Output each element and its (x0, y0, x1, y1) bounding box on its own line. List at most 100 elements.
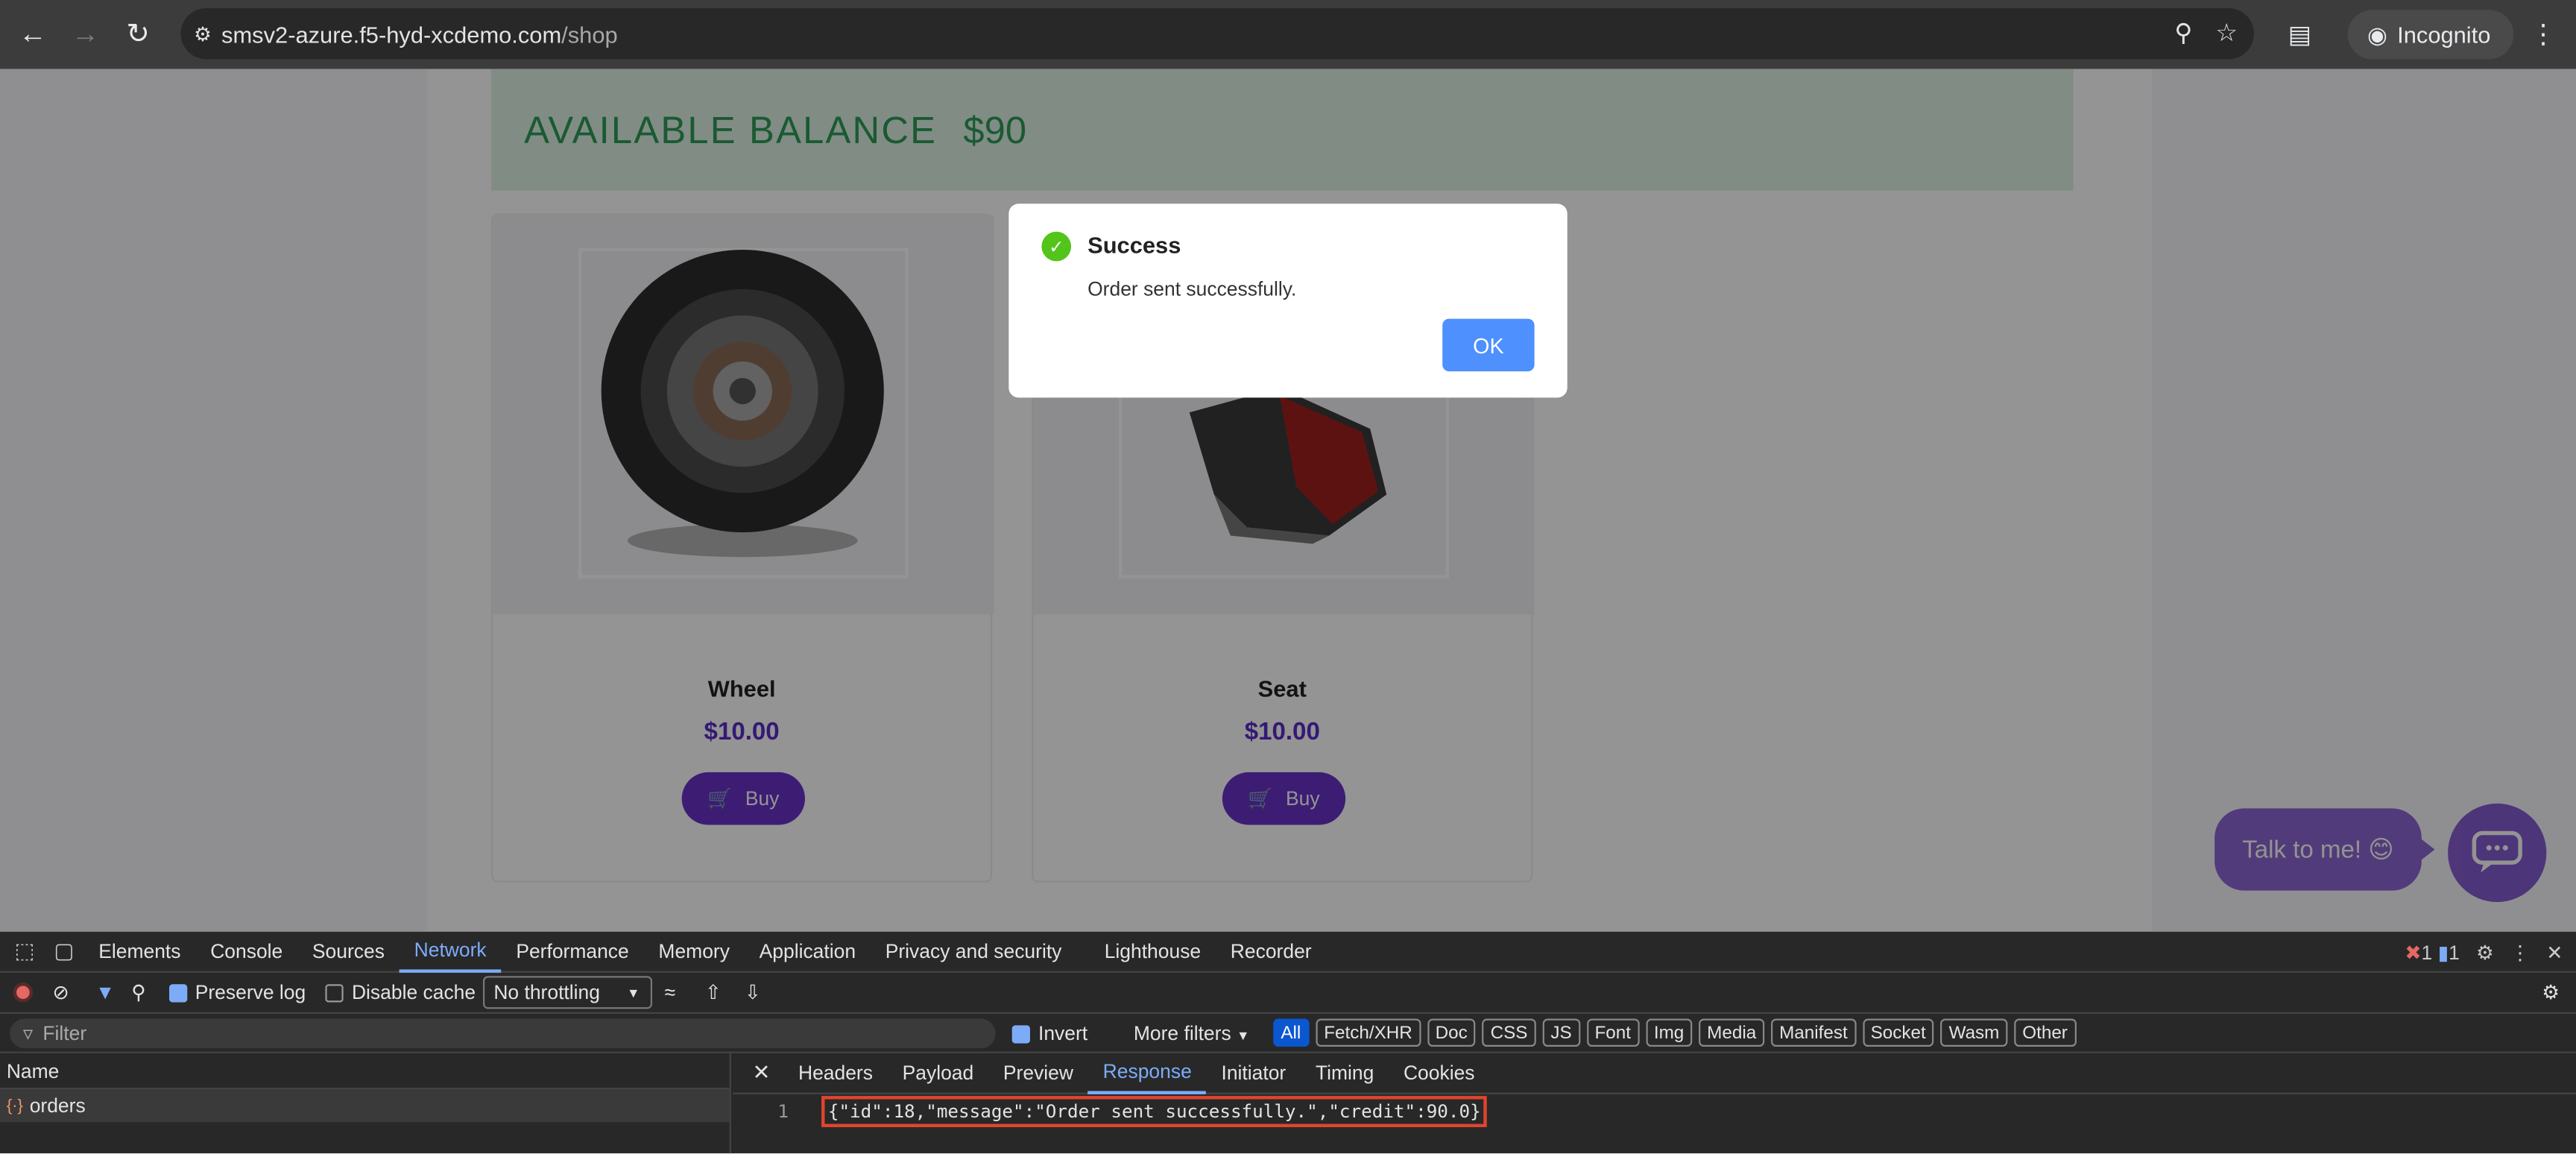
tab-payload[interactable]: Payload (888, 1053, 988, 1094)
import-har-icon[interactable]: ⇧ (705, 981, 722, 1004)
reading-mode-icon[interactable]: ▤ (2288, 19, 2311, 49)
url-text: smsv2-azure.f5-hyd-xcdemo.com/shop (221, 21, 618, 47)
address-bar[interactable]: ⚙ smsv2-azure.f5-hyd-xcdemo.com/shop ⚲ ☆ (180, 8, 2255, 60)
browser-toolbar: ← → ↻ ⚙ smsv2-azure.f5-hyd-xcdemo.com/sh… (0, 0, 2576, 69)
tab-response[interactable]: Response (1087, 1053, 1207, 1094)
tab-preview[interactable]: Preview (988, 1053, 1088, 1094)
back-icon[interactable]: ← (10, 11, 56, 57)
chevron-down-icon: ▼ (1237, 1027, 1250, 1043)
tab-application[interactable]: Application (745, 931, 871, 972)
success-dialog: ✓ Success Order sent successfully. OK (1008, 204, 1568, 398)
tab-sources[interactable]: Sources (297, 931, 400, 972)
device-toolbar-icon[interactable]: ▢ (45, 932, 84, 971)
type-filter-wasm[interactable]: Wasm (1940, 1018, 2008, 1047)
site-info-icon[interactable]: ⚙ (194, 22, 212, 45)
message-icon: ▮ (2437, 940, 2449, 964)
check-circle-icon: ✓ (1041, 231, 1072, 262)
tab-elements[interactable]: Elements (83, 931, 195, 972)
tab-performance[interactable]: Performance (501, 931, 643, 972)
export-har-icon[interactable]: ⇩ (745, 981, 761, 1004)
url-path: /shop (561, 20, 618, 47)
close-devtools-icon[interactable]: ✕ (2546, 941, 2563, 964)
app-root: ← → ↻ ⚙ smsv2-azure.f5-hyd-xcdemo.com/sh… (0, 0, 2576, 1154)
type-filter-fetch-xhr[interactable]: Fetch/XHR (1316, 1018, 1421, 1047)
request-detail: ✕ Headers Payload Preview Response Initi… (733, 1053, 2576, 1153)
tab-cookies[interactable]: Cookies (1389, 1053, 1489, 1094)
tab-console[interactable]: Console (195, 931, 297, 972)
clear-icon[interactable]: ⊘ (53, 981, 69, 1004)
incognito-label: Incognito (2397, 21, 2491, 48)
invert-label: Invert (1038, 1021, 1088, 1044)
error-icon: ✖ (2405, 940, 2422, 964)
network-settings-icon[interactable]: ⚙ (2542, 981, 2560, 1004)
settings-gear-icon[interactable]: ⚙ (2476, 941, 2494, 964)
dialog-message: Order sent successfully. (1087, 277, 1297, 301)
zoom-icon[interactable]: ⚲ (2174, 18, 2192, 47)
invert-checkbox[interactable]: Invert (1011, 1021, 1088, 1044)
ok-button[interactable]: OK (1442, 318, 1535, 372)
message-count: 1 (2449, 940, 2460, 964)
request-name: orders (29, 1094, 86, 1117)
tab-memory[interactable]: Memory (644, 931, 745, 972)
filter-icon: ▿ (22, 1021, 34, 1044)
type-filter-media[interactable]: Media (1699, 1018, 1765, 1047)
bookmark-star-icon[interactable]: ☆ (2215, 18, 2238, 47)
tab-recorder[interactable]: Recorder (1216, 931, 1326, 972)
tab-privacy-security[interactable]: Privacy and security (871, 931, 1076, 972)
name-column-header[interactable]: Name (0, 1053, 730, 1090)
error-count: 1 (2421, 940, 2433, 964)
reload-icon[interactable]: ↻ (115, 11, 161, 57)
tab-timing[interactable]: Timing (1301, 1053, 1389, 1094)
request-list: Name {·} orders (0, 1053, 731, 1154)
devtools-menu-icon[interactable]: ⋮ (2510, 941, 2530, 964)
search-icon[interactable]: ⚲ (131, 981, 145, 1004)
disable-cache-checkbox[interactable]: Disable cache (325, 980, 476, 1004)
close-detail-icon[interactable]: ✕ (752, 1060, 770, 1086)
preserve-log-checkbox[interactable]: Preserve log (168, 981, 306, 1004)
filter-funnel-icon[interactable]: ▼ (95, 981, 115, 1004)
type-filter-img[interactable]: Img (1645, 1018, 1693, 1047)
tab-network[interactable]: Network (399, 931, 502, 972)
checkbox-checked (1011, 1024, 1030, 1044)
dialog-title: Success (1087, 231, 1181, 259)
devtools-panel: ⬚ ▢ Elements Console Sources Network Per… (0, 931, 2576, 1154)
response-viewer: 1 {"id":18,"message":"Order sent success… (733, 1094, 1488, 1127)
url-host: smsv2-azure.f5-hyd-xcdemo.com (221, 20, 562, 47)
detail-tabbar: ✕ Headers Payload Preview Response Initi… (733, 1053, 2576, 1094)
tab-lighthouse[interactable]: Lighthouse (1090, 931, 1216, 972)
network-conditions-icon[interactable]: ≈ (665, 981, 676, 1004)
omnibox-actions: ⚲ ☆ (2174, 18, 2238, 47)
menu-dots-icon[interactable]: ⋮ (2530, 18, 2556, 51)
type-filter-socket[interactable]: Socket (1862, 1018, 1934, 1047)
tab-headers[interactable]: Headers (783, 1053, 888, 1094)
incognito-icon: ◉ (2367, 20, 2387, 47)
throttling-select[interactable]: No throttling ▼ (482, 976, 651, 1009)
chevron-down-icon: ▼ (627, 985, 640, 1000)
type-filter-all[interactable]: All (1272, 1018, 1310, 1047)
throttling-value: No throttling (493, 980, 600, 1004)
record-stop-icon[interactable] (13, 983, 34, 1003)
error-badge[interactable]: ✖1 ▮1 (2405, 941, 2460, 964)
more-filters-dropdown[interactable]: More filters ▼ (1134, 1021, 1250, 1044)
line-number: 1 (777, 1100, 789, 1122)
type-filter-font[interactable]: Font (1586, 1018, 1640, 1047)
type-filter-manifest[interactable]: Manifest (1771, 1018, 1856, 1047)
more-filters-label: More filters (1133, 1021, 1231, 1044)
filter-input[interactable]: ▿ Filter (10, 1018, 996, 1048)
preserve-log-label: Preserve log (195, 980, 306, 1004)
network-toolbar: ⊘ ▼ ⚲ Preserve log Disable cache No thro… (0, 973, 2576, 1014)
type-filter-css[interactable]: CSS (1482, 1018, 1536, 1047)
response-body[interactable]: {"id":18,"message":"Order sent successfu… (821, 1095, 1488, 1126)
devtools-tabbar-right: ✖1 ▮1 ⚙ ⋮ ✕ (2405, 932, 2563, 973)
type-filter-js[interactable]: JS (1542, 1018, 1580, 1047)
incognito-badge[interactable]: ◉ Incognito (2347, 10, 2514, 60)
forward-icon[interactable]: → (63, 11, 109, 57)
checkbox-unchecked (325, 984, 344, 1003)
request-row[interactable]: {·} orders (0, 1089, 730, 1123)
disable-cache-label: Disable cache (351, 980, 476, 1004)
type-filter-other[interactable]: Other (2014, 1018, 2076, 1047)
checkbox-checked (168, 984, 187, 1003)
type-filter-doc[interactable]: Doc (1427, 1018, 1476, 1047)
tab-initiator[interactable]: Initiator (1207, 1053, 1301, 1094)
inspect-element-icon[interactable]: ⬚ (5, 932, 45, 971)
